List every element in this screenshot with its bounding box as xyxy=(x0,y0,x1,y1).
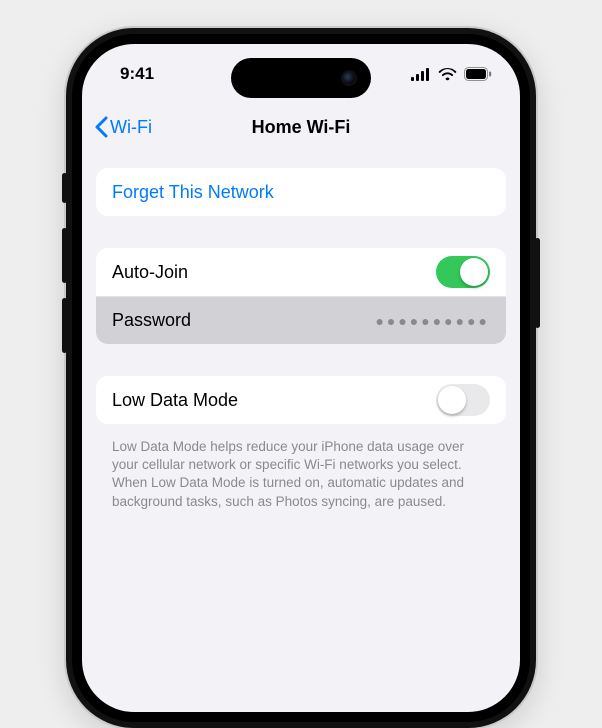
low-data-mode-label: Low Data Mode xyxy=(112,390,238,411)
back-label: Wi-Fi xyxy=(110,117,152,138)
password-value: ●●●●●●●●●● xyxy=(375,313,490,329)
chevron-left-icon xyxy=(94,116,108,138)
phone-frame: 9:41 Wi-Fi Home Wi-Fi xyxy=(66,28,536,728)
password-label: Password xyxy=(112,310,191,331)
nav-bar: Wi-Fi Home Wi-Fi xyxy=(82,104,520,150)
status-time: 9:41 xyxy=(120,64,154,84)
side-button xyxy=(62,228,67,283)
auto-join-toggle[interactable] xyxy=(436,256,490,288)
low-data-mode-description: Low Data Mode helps reduce your iPhone d… xyxy=(96,430,506,511)
back-button[interactable]: Wi-Fi xyxy=(94,116,152,138)
forget-network-button[interactable]: Forget This Network xyxy=(96,168,506,216)
wifi-icon xyxy=(438,67,457,81)
auto-join-label: Auto-Join xyxy=(112,262,188,283)
side-button xyxy=(535,238,540,328)
password-row[interactable]: Password ●●●●●●●●●● xyxy=(96,296,506,344)
low-data-mode-toggle[interactable] xyxy=(436,384,490,416)
low-data-mode-row: Low Data Mode xyxy=(96,376,506,424)
forget-network-label: Forget This Network xyxy=(112,182,274,203)
auto-join-row: Auto-Join xyxy=(96,248,506,296)
cellular-icon xyxy=(411,68,431,81)
dynamic-island xyxy=(231,58,371,98)
battery-icon xyxy=(464,67,492,81)
side-button xyxy=(62,298,67,353)
side-button xyxy=(62,173,67,203)
